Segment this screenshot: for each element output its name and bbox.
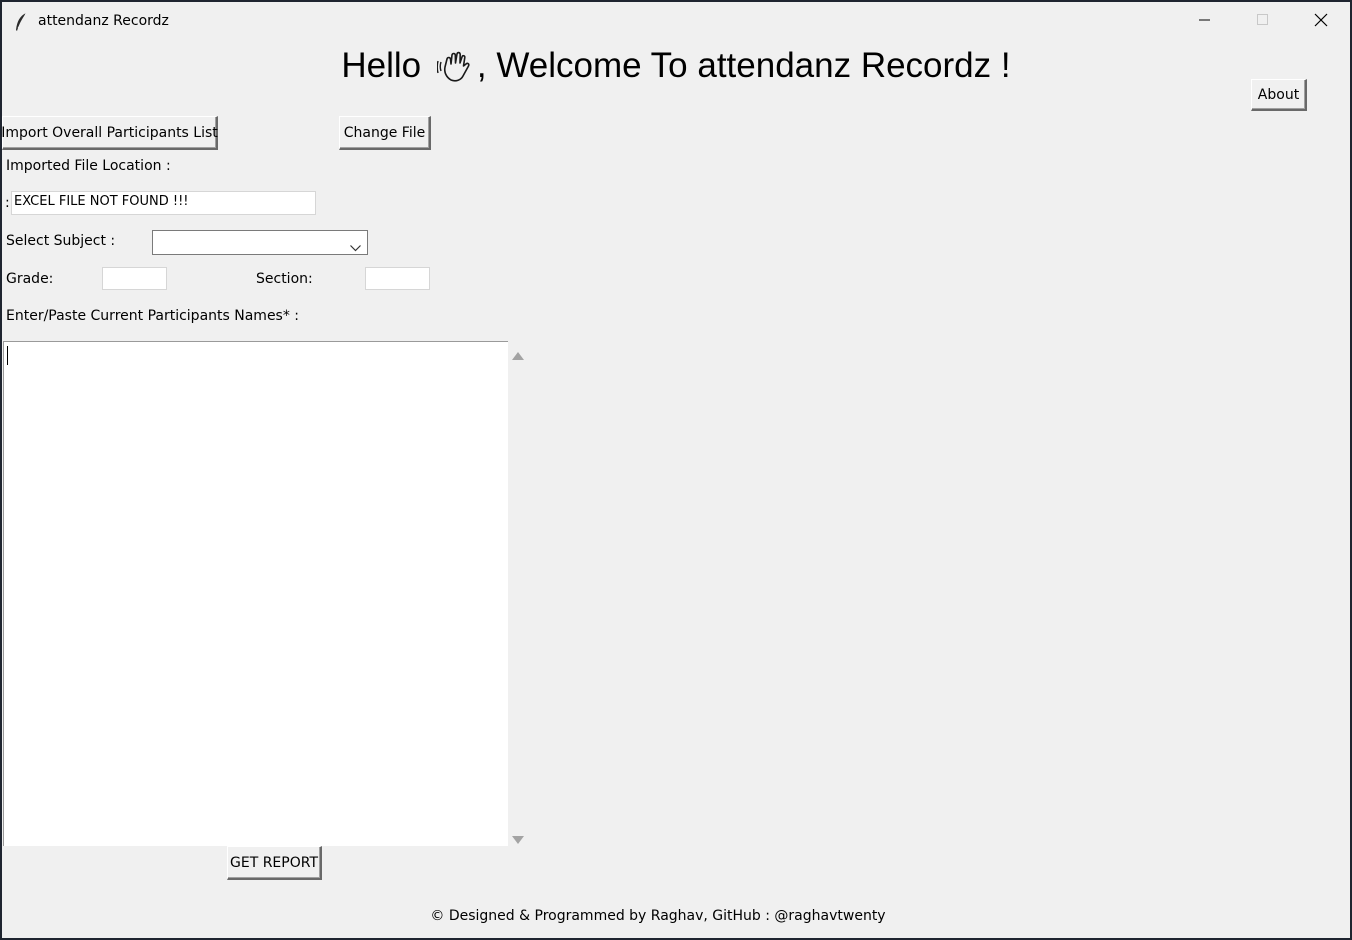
section-label: Section:: [256, 271, 313, 287]
minimize-icon: [1199, 13, 1211, 31]
participants-names-label: Enter/Paste Current Participants Names* …: [6, 308, 300, 324]
window-title: attendanz Recordz: [38, 13, 169, 29]
waving-hand-icon: [436, 50, 475, 86]
file-location-field[interactable]: EXCEL FILE NOT FOUND !!!: [11, 191, 316, 215]
maximize-button[interactable]: [1234, 2, 1292, 42]
about-button[interactable]: About: [1251, 79, 1307, 111]
grade-label: Grade:: [6, 271, 54, 287]
app-window: attendanz Recordz Hello , Welcome To att…: [2, 2, 1350, 938]
maximize-icon: [1257, 13, 1269, 31]
greeting-suffix: , Welcome To attendanz Recordz !: [476, 46, 1011, 85]
section-input[interactable]: [365, 267, 430, 290]
subject-dropdown[interactable]: [152, 230, 368, 255]
import-participants-button[interactable]: Import Overall Participants List: [2, 116, 218, 150]
welcome-heading: Hello , Welcome To attendanz Recordz !: [2, 44, 1350, 88]
chevron-down-icon: [350, 239, 361, 257]
close-icon: [1314, 13, 1328, 32]
scroll-up-arrow-icon[interactable]: [512, 347, 524, 365]
participants-names-textarea[interactable]: [3, 341, 508, 846]
file-colon-label: :: [5, 195, 10, 211]
select-subject-label: Select Subject :: [6, 233, 116, 249]
footer-credits: © Designed & Programmed by Raghav, GitHu…: [430, 908, 886, 924]
text-cursor: [7, 346, 8, 365]
minimize-button[interactable]: [1176, 2, 1234, 42]
close-button[interactable]: [1292, 2, 1350, 42]
greeting-prefix: Hello: [341, 46, 422, 85]
title-bar: attendanz Recordz: [2, 2, 1350, 42]
feather-icon: [14, 12, 28, 32]
change-file-button[interactable]: Change File: [339, 116, 431, 150]
scroll-down-arrow-icon[interactable]: [512, 831, 524, 849]
imported-file-location-label: Imported File Location :: [6, 158, 171, 174]
get-report-button[interactable]: GET REPORT: [227, 846, 322, 880]
grade-input[interactable]: [102, 267, 167, 290]
